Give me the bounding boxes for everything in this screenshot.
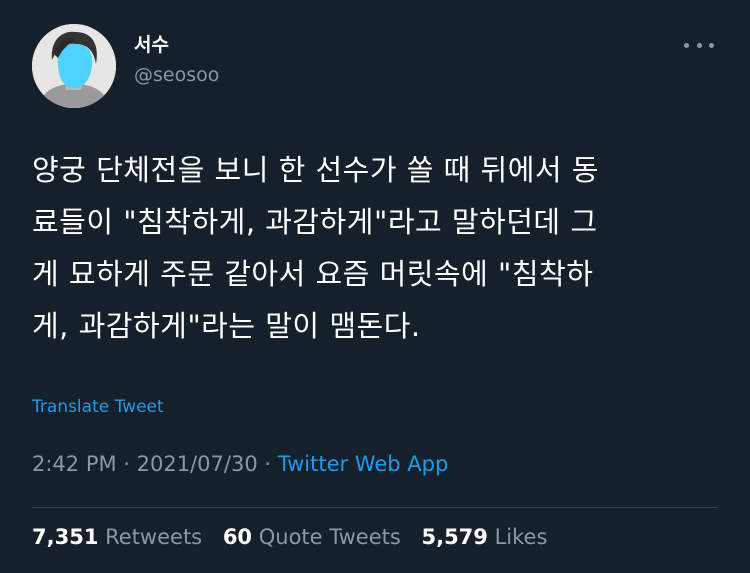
user-info: 서수 @seosoo (134, 32, 219, 88)
tweet-meta: 2:42 PM · 2021/07/30 · Twitter Web App (32, 452, 448, 476)
retweets-count: 7,351 (32, 525, 99, 549)
tweet-text: 양궁 단체전을 보니 한 선수가 쏠 때 뒤에서 동 료들이 "침착하게, 과감… (32, 153, 599, 343)
translate-tweet-link[interactable]: Translate Tweet (32, 397, 164, 417)
tweet-stats: 7,351 Retweets 60 Quote Tweets 5,579 Lik… (32, 525, 561, 549)
likes-stat[interactable]: 5,579 Likes (421, 525, 547, 549)
quote-tweets-count: 60 (222, 525, 253, 549)
quote-tweets-stat[interactable]: 60 Quote Tweets (223, 525, 401, 549)
meta-separator: · (257, 452, 278, 476)
likes-count: 5,579 (421, 525, 488, 549)
divider (32, 507, 718, 508)
likes-label: Likes (494, 525, 548, 549)
retweets-label: Retweets (105, 525, 203, 549)
avatar[interactable] (32, 24, 116, 108)
avatar-image (32, 24, 116, 108)
tweet-time: 2:42 PM (32, 452, 117, 476)
user-handle[interactable]: @seosoo (134, 62, 219, 88)
quote-tweets-label: Quote Tweets (258, 525, 401, 549)
more-options-icon[interactable] (684, 38, 714, 52)
display-name[interactable]: 서수 (134, 32, 219, 58)
meta-separator: · (116, 452, 137, 476)
tweet-date: 2021/07/30 (136, 452, 258, 476)
retweets-stat[interactable]: 7,351 Retweets (32, 525, 202, 549)
tweet-source-link[interactable]: Twitter Web App (278, 452, 449, 476)
tweet-header: 서수 @seosoo (32, 24, 718, 108)
